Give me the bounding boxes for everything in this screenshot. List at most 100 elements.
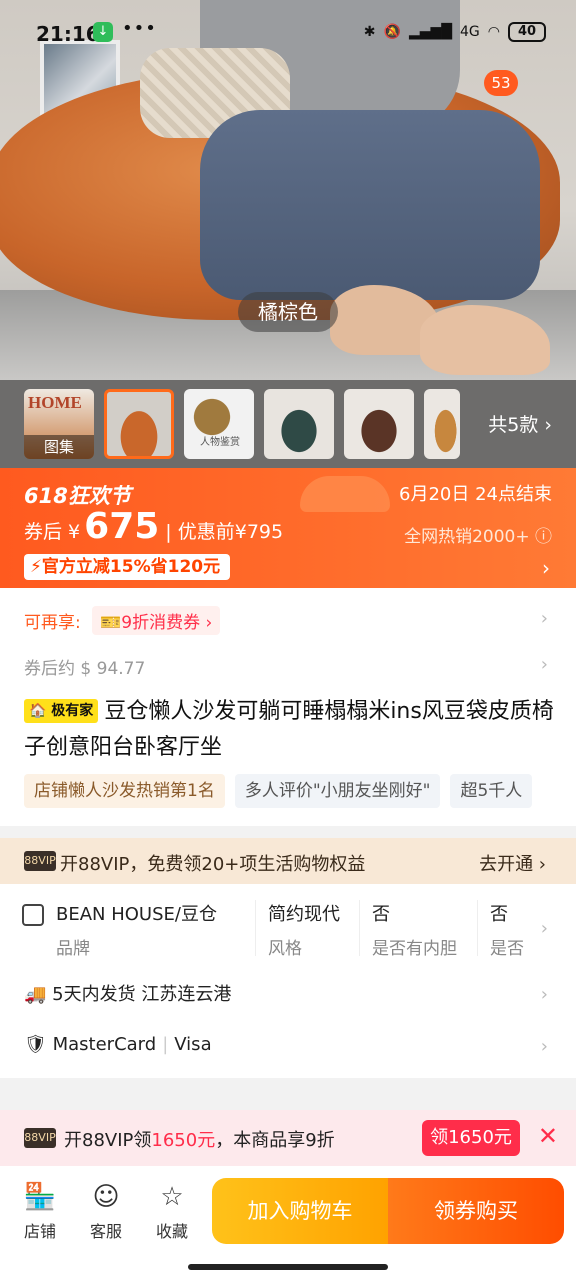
coupon-badge[interactable]: 🎫9折消费券 › xyxy=(92,606,221,635)
chip-review[interactable]: 多人评价"小朋友坐刚好" xyxy=(234,774,441,808)
product-detail-page: 橘棕色 53 21:16 ↓ ••• ✱ 🔕 ▂▄▆█ 4G ◠ 40 HOME… xyxy=(0,0,576,1280)
attr-key: 是否有内胆 xyxy=(372,939,457,959)
chevron-right-icon: › xyxy=(540,654,548,675)
signal-icon: ▂▄▆█ xyxy=(408,24,453,40)
store-icon: 🏪 xyxy=(23,1182,57,1212)
chip-buyers[interactable]: 超5千人 xyxy=(450,774,533,808)
all-variants-link[interactable]: 共5款 › xyxy=(488,410,552,437)
shipping-row[interactable]: 🚚 5天内发货 江苏连云港 xyxy=(24,980,231,1006)
service-label: 客服 xyxy=(89,1222,122,1241)
claim-vip-button[interactable]: 领1650元 xyxy=(422,1120,520,1156)
wifi-icon: ◠ xyxy=(487,24,500,40)
star-icon: ☆ xyxy=(160,1182,184,1212)
price-banner[interactable]: 618狂欢节 6月20日 24点结束 券后 ¥ 675 | 优惠前¥795 全网… xyxy=(0,468,576,588)
chevron-right-icon: › xyxy=(540,918,548,939)
highlight-chips: 店铺懒人沙发热销第1名 多人评价"小朋友坐刚好" 超5千人 xyxy=(24,774,533,808)
product-title[interactable]: 🏠 极有家 豆仓懒人沙发可躺可睡榻榻米ins风豆袋皮质椅子创意阳台卧客厅坐 xyxy=(24,694,554,766)
bluetooth-icon: ✱ xyxy=(363,24,376,40)
promo-end-time: 6月20日 24点结束 xyxy=(399,484,552,505)
brand-tag: 🏠 极有家 xyxy=(24,699,99,723)
battery-icon: 40 xyxy=(508,22,546,42)
chevron-right-icon: › xyxy=(540,608,548,629)
discount-tag: ⚡官方立减15%省120元 xyxy=(24,554,231,580)
specs-section: BEAN HOUSE/豆仓 品牌 简约现代 风格 否 是否有内胆 否 是否 › … xyxy=(0,884,576,1078)
vip-promo-pre: 开88VIP领 xyxy=(64,1130,152,1151)
attr-key: 是否 xyxy=(490,939,524,956)
document-icon xyxy=(22,904,44,926)
price-block: 券后 ¥ 675 | 优惠前¥795 xyxy=(24,506,283,547)
thumb-variant-5[interactable] xyxy=(424,389,460,459)
attr-value: 简约现代 xyxy=(268,904,340,925)
image-count-badge: 53 xyxy=(484,70,518,96)
download-icon: ↓ xyxy=(93,22,113,42)
chip-rank[interactable]: 店铺懒人沙发热销第1名 xyxy=(24,774,225,808)
vip-benefit-bar[interactable]: 88VIP 开88VIP，免费领20+项生活购物权益 去开通 › xyxy=(0,838,576,884)
service-button[interactable]: ☺ 客服 xyxy=(76,1182,136,1242)
bottom-action-bar: 🏪 店铺 ☺ 客服 ☆ 收藏 加入购物车 领券购买 xyxy=(0,1166,576,1280)
vip-promo-banner[interactable]: 88VIP 开88VIP领1650元，本商品享9折 领1650元 ✕ xyxy=(0,1110,576,1166)
sales-count: 全网热销2000+ ⓘ xyxy=(404,527,552,547)
product-main-image[interactable]: 橘棕色 53 xyxy=(0,0,576,380)
thumb-gallery[interactable]: HOME 图集 xyxy=(24,389,94,459)
attr-key: 品牌 xyxy=(56,939,90,959)
model-pants xyxy=(200,110,540,300)
vip-promo-amount: 1650元 xyxy=(151,1130,216,1151)
original-price: | 优惠前¥795 xyxy=(165,521,284,543)
extra-coupon-row[interactable]: 可再享: 🎫9折消费券 › xyxy=(24,606,221,635)
thumb-gallery-label: 图集 xyxy=(24,435,94,459)
vip-text: 开88VIP，免费领20+项生活购物权益 xyxy=(60,854,366,875)
mute-icon: 🔕 xyxy=(383,24,401,40)
product-info-card: 可再享: 🎫9折消费券 › › 券后约 $ 94.77 › 🏠 极有家 豆仓懒人沙… xyxy=(0,588,576,826)
status-icons: ✱ 🔕 ▂▄▆█ 4G ◠ 40 xyxy=(364,22,546,42)
favorite-button[interactable]: ☆ 收藏 xyxy=(142,1182,202,1242)
thumb-caption: 人物鉴赏 xyxy=(200,437,240,448)
payment-row[interactable]: 🛡 MasterCard | Visa xyxy=(24,1034,212,1055)
thumb-variant-3[interactable] xyxy=(264,389,334,459)
chevron-right-icon: › xyxy=(542,556,550,580)
chevron-right-icon: › xyxy=(540,984,548,1005)
attr-liner: 否 是否有内胆 xyxy=(360,900,478,959)
buy-with-coupon-button[interactable]: 领券购买 xyxy=(388,1178,564,1244)
chevron-right-icon: › xyxy=(540,1036,548,1057)
payment-method-2: Visa xyxy=(174,1034,212,1055)
attr-style: 简约现代 风格 xyxy=(256,900,360,959)
attr-value: BEAN HOUSE/豆仓 xyxy=(56,904,217,925)
shipping-text: 5天内发货 江苏连云港 xyxy=(52,984,232,1005)
coupon-label: 可再享: xyxy=(24,613,81,633)
close-icon[interactable]: ✕ xyxy=(538,1122,558,1150)
attribute-row[interactable]: BEAN HOUSE/豆仓 品牌 简约现代 风格 否 是否有内胆 否 是否 xyxy=(22,900,538,959)
vip-promo-post: ，本商品享9折 xyxy=(215,1130,335,1151)
shop-button[interactable]: 🏪 店铺 xyxy=(10,1182,70,1242)
thumb-variant-4[interactable] xyxy=(344,389,414,459)
variant-thumbnails: HOME 图集 人物鉴赏 共5款 › xyxy=(0,380,576,468)
product-title-text: 豆仓懒人沙发可躺可睡榻榻米ins风豆袋皮质椅子创意阳台卧客厅坐 xyxy=(24,699,554,760)
truck-icon: 🚚 xyxy=(24,984,47,1005)
after-coupon-price[interactable]: 券后约 $ 94.77 xyxy=(24,654,145,679)
attr-value: 否 xyxy=(490,904,508,925)
favorite-label: 收藏 xyxy=(155,1222,188,1241)
mascot-icon xyxy=(300,476,390,512)
color-variant-label[interactable]: 橘棕色 xyxy=(238,292,338,332)
attr-key: 风格 xyxy=(268,939,302,959)
status-bar: 21:16 ↓ ••• ✱ 🔕 ▂▄▆█ 4G ◠ 40 xyxy=(0,18,576,50)
network-type: 4G xyxy=(460,24,480,40)
vip-icon: 88VIP xyxy=(24,851,56,871)
attr-value: 否 xyxy=(372,904,390,925)
home-indicator[interactable] xyxy=(188,1264,388,1270)
price-prefix: 券后 ¥ xyxy=(24,521,81,543)
vip-promo-text: 开88VIP领1650元，本商品享9折 xyxy=(64,1126,335,1152)
thumb-home-text: HOME xyxy=(28,393,82,412)
more-notifications-icon: ••• xyxy=(122,18,157,39)
vip-icon: 88VIP xyxy=(24,1128,56,1148)
clock: 21:16 xyxy=(36,22,100,46)
thumb-variant-1[interactable] xyxy=(104,389,174,459)
add-to-cart-button[interactable]: 加入购物车 xyxy=(212,1178,388,1244)
shield-icon: 🛡 xyxy=(24,1034,47,1055)
attr-brand: BEAN HOUSE/豆仓 品牌 xyxy=(44,900,256,959)
current-price: 675 xyxy=(84,506,160,547)
payment-method-1: MasterCard xyxy=(52,1034,157,1055)
thumb-variant-2[interactable]: 人物鉴赏 xyxy=(184,389,254,459)
shop-label: 店铺 xyxy=(23,1222,56,1241)
vip-open-link[interactable]: 去开通 › xyxy=(479,850,546,876)
service-icon: ☺ xyxy=(92,1182,120,1212)
